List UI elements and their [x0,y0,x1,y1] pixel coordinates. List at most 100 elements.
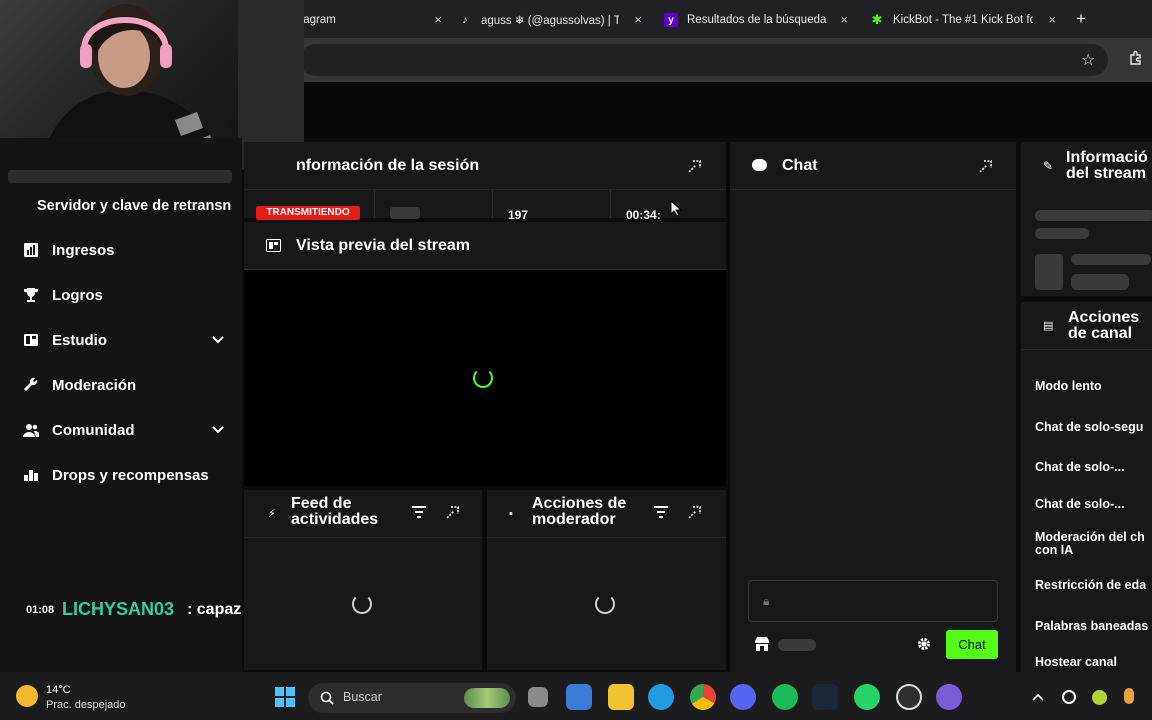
action-label-line2: con IA [1035,543,1074,557]
action-label: Chat de solo-... [1035,460,1125,474]
browser-tab-kickbot[interactable]: ✱ KickBot - The #1 Kick Bot fo × [870,6,1056,34]
panel-title-line1: Acciones [1068,309,1140,326]
skeleton-placeholder [1035,210,1152,221]
extensions-icon[interactable] [1128,50,1144,66]
live-badge: TRANSMITIENDO [256,206,360,220]
popout-icon[interactable] [688,159,702,173]
weather-desc: Prac. despejado [46,699,126,711]
chrome-icon[interactable] [690,684,716,710]
activity-feed-panel: ⚡ Feed de actividades [244,490,482,670]
edge-icon[interactable] [648,684,674,710]
wrench-icon: ✎ [1043,159,1054,173]
loading-spinner [473,368,493,388]
browser-tab-tiktok[interactable]: ♪ aguss ❄ (@agussolvas) | Ti × [458,6,642,34]
overlay-chat-message: : capaz [187,601,242,618]
chat-bubble-icon [752,159,767,171]
sidebar-item-label: Estudio [52,331,107,349]
sidebar-divider [8,170,232,183]
sidebar-item-ingresos[interactable]: Ingresos [22,241,115,259]
sidebar-item-estudio[interactable]: Estudio [22,331,224,349]
spotify-icon[interactable] [772,684,798,710]
discord-icon[interactable] [730,684,756,710]
action-label: Chat de solo-segu [1035,420,1144,434]
sidebar-item-logros[interactable]: Logros [22,286,103,304]
chat-input[interactable]: 🔒︎ [748,580,998,622]
obs-icon[interactable] [896,684,922,710]
windows-start-icon[interactable] [274,686,296,708]
yahoo-icon: y [664,13,678,27]
weather-icon[interactable] [16,685,38,707]
sidebar-item-moderacion[interactable]: Moderación [22,376,136,394]
channel-action-row[interactable]: Palabras baneadas [1035,620,1148,633]
channel-actions-panel: ▤ Acciones de canal [1021,302,1152,672]
popout-icon[interactable] [446,505,460,519]
panel-title: nformación de la sesión [296,156,480,174]
tray-app-icon[interactable] [1062,690,1076,704]
store-app-icon[interactable] [566,684,592,710]
skeleton-placeholder [1071,274,1129,290]
browser-tab-instagram[interactable]: tagram × [300,6,442,34]
podium-icon [22,466,40,484]
address-bar[interactable] [300,44,1108,76]
tray-app-icon[interactable] [1092,690,1107,705]
panel-title-line2: actividades [291,511,379,528]
panel-title: Vista previa del stream [296,236,471,254]
bar-chart-icon [22,241,40,259]
send-chat-button[interactable]: Chat [946,630,998,659]
task-view-icon[interactable] [528,687,548,707]
steam-icon[interactable] [812,684,838,710]
popout-icon[interactable] [979,159,993,173]
close-icon[interactable]: × [840,12,848,27]
panel-title-line2: de canal [1068,325,1133,342]
sidebar-item-label: Moderación [52,376,137,394]
preview-icon [266,239,281,252]
action-label: Chat de solo-... [1035,497,1125,511]
store-icon[interactable] [754,636,770,652]
sidebar-item-comunidad[interactable]: Comunidad [22,421,224,439]
search-highlight-image [464,688,510,708]
file-explorer-icon[interactable] [608,684,634,710]
channel-action-row[interactable]: Chat de solo-... [1035,498,1125,511]
channel-action-row[interactable]: Restricción de eda [1035,579,1146,592]
sidebar-item-stream-key[interactable]: Servidor y clave de retransn [37,198,242,214]
browser-tab-yahoo[interactable]: y Resultados de la búsqueda × [664,6,848,34]
chevron-down-icon[interactable] [210,332,226,348]
microphone-icon[interactable] [1124,688,1134,704]
channel-action-row[interactable]: Chat de solo-segu [1035,421,1143,434]
sidebar-item-drops[interactable]: Drops y recompensas [22,466,209,484]
close-icon[interactable]: × [434,12,442,27]
kickbot-icon: ✱ [871,12,883,27]
loading-spinner [352,594,372,614]
messenger-icon[interactable] [936,684,962,710]
whatsapp-icon[interactable] [854,684,880,710]
channel-icon: ▤ [1043,320,1054,332]
bookmark-star-icon[interactable]: ☆ [1081,50,1095,70]
divider [374,190,375,218]
chevron-up-icon[interactable] [1032,692,1044,702]
chevron-down-icon[interactable] [210,422,226,438]
studio-icon [22,331,40,349]
channel-action-row[interactable]: Moderación del ch con IA [1035,531,1145,557]
taskbar-search[interactable]: Buscar [308,683,516,713]
panel-title-line2: moderador [532,511,616,528]
viewer-count: 197 [508,208,529,222]
new-tab-button[interactable]: + [1076,9,1086,29]
channel-action-row[interactable]: Hostear canal [1035,656,1117,669]
action-label: Modo lento [1035,379,1102,393]
filter-icon[interactable] [654,506,668,518]
close-icon[interactable]: × [1048,12,1056,27]
channel-action-row[interactable]: Modo lento [1035,380,1102,393]
panel-title-line1: Acciones de [532,495,627,512]
tiktok-icon: ♪ [462,14,468,26]
close-icon[interactable]: × [634,12,642,27]
channel-action-row[interactable]: Chat de solo-... [1035,461,1125,474]
skeleton-placeholder [390,207,420,219]
sidebar-item-label: Ingresos [52,241,115,259]
panel-title-line1: Informació [1066,149,1148,166]
popout-icon[interactable] [688,505,702,519]
skeleton-placeholder [1071,254,1151,265]
filter-icon[interactable] [412,506,426,518]
search-placeholder: Buscar [343,690,382,704]
gear-icon[interactable] [917,637,931,651]
action-label: Hostear canal [1035,655,1117,669]
